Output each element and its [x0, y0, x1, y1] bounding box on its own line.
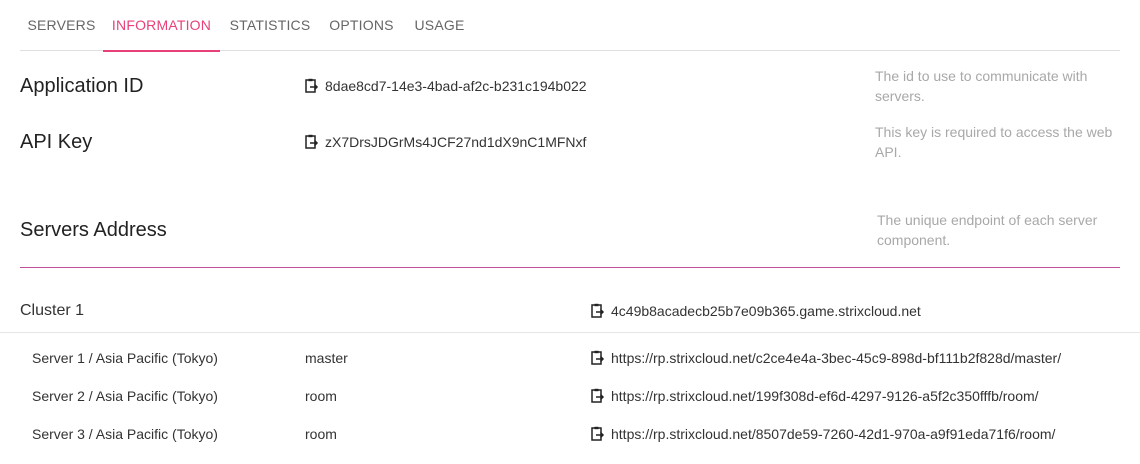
servers-address-description: The unique endpoint of each server compo… [877, 212, 1098, 248]
application-id-description: The id to use to communicate with server… [875, 68, 1088, 104]
tab-options[interactable]: OPTIONS [320, 0, 403, 51]
application-id-value: 8dae8cd7-14e3-4bad-af2c-b231c194b022 [325, 78, 587, 94]
cluster-divider [0, 332, 1140, 333]
tab-usage[interactable]: USAGE [403, 0, 476, 51]
section-divider [20, 267, 1120, 268]
clipboard-copy-icon[interactable] [591, 388, 605, 404]
api-key-value: zX7DrsJDGrMs4JCF27nd1dX9nC1MFNxf [325, 134, 587, 150]
server-url-copy[interactable]: https://rp.strixcloud.net/c2ce4e4a-3bec-… [591, 350, 1061, 366]
clipboard-copy-icon[interactable] [591, 350, 605, 366]
server-url-value: https://rp.strixcloud.net/199f308d-ef6d-… [611, 388, 1039, 404]
server-role: room [305, 426, 337, 442]
application-id-copy[interactable]: 8dae8cd7-14e3-4bad-af2c-b231c194b022 [305, 78, 587, 94]
cluster-label: Cluster 1 [20, 302, 85, 319]
server-name: Server 2 / Asia Pacific (Tokyo) [32, 388, 218, 404]
server-url-value: https://rp.strixcloud.net/c2ce4e4a-3bec-… [611, 350, 1062, 366]
tab-statistics[interactable]: STATISTICS [220, 0, 320, 51]
cluster-address-value: 4c49b8acadecb25b7e09b365.game.strixcloud… [611, 303, 921, 319]
tab-information[interactable]: INFORMATION [103, 0, 220, 52]
clipboard-copy-icon[interactable] [591, 303, 605, 319]
server-name: Server 1 / Asia Pacific (Tokyo) [32, 350, 218, 366]
tab-bar: SERVERS INFORMATION STATISTICS OPTIONS U… [20, 0, 1120, 52]
api-key-label: API Key [20, 131, 93, 153]
clipboard-copy-icon[interactable] [591, 426, 605, 442]
server-url-copy[interactable]: https://rp.strixcloud.net/199f308d-ef6d-… [591, 388, 1039, 404]
server-url-value: https://rp.strixcloud.net/8507de59-7260-… [611, 426, 1056, 442]
server-role: master [305, 350, 348, 366]
api-key-copy[interactable]: zX7DrsJDGrMs4JCF27nd1dX9nC1MFNxf [305, 134, 586, 150]
tab-servers[interactable]: SERVERS [20, 0, 103, 51]
clipboard-copy-icon[interactable] [305, 78, 319, 94]
servers-address-label: Servers Address [20, 219, 167, 241]
api-key-description: This key is required to access the web A… [875, 124, 1113, 160]
server-url-copy[interactable]: https://rp.strixcloud.net/8507de59-7260-… [591, 426, 1055, 442]
clipboard-copy-icon[interactable] [305, 134, 319, 150]
application-id-label: Application ID [20, 75, 144, 97]
cluster-address-copy[interactable]: 4c49b8acadecb25b7e09b365.game.strixcloud… [591, 303, 921, 319]
server-name: Server 3 / Asia Pacific (Tokyo) [32, 426, 218, 442]
server-role: room [305, 388, 337, 404]
